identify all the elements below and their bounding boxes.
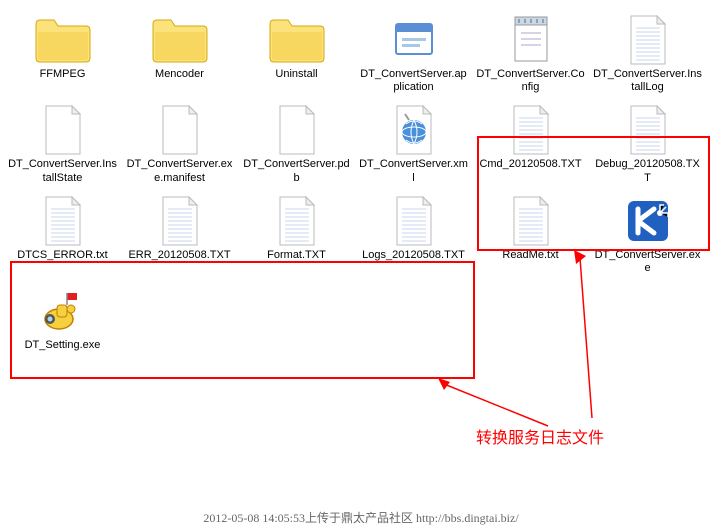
file-item[interactable]: DT_ConvertServer.xml xyxy=(355,98,472,188)
blank-icon xyxy=(148,104,212,156)
file-item[interactable]: Mencoder xyxy=(121,8,238,98)
file-item[interactable]: DT_ConvertServer.Config xyxy=(472,8,589,98)
file-item[interactable]: Format.TXT xyxy=(238,189,355,279)
file-item[interactable]: Logs_20120508.TXT xyxy=(355,189,472,279)
file-label: DT_ConvertServer.xml xyxy=(359,158,468,184)
file-label: ERR_20120508.TXT xyxy=(128,249,230,262)
text-icon xyxy=(31,195,95,247)
setting-icon xyxy=(31,285,95,337)
file-item[interactable]: DT_ConvertServer.application xyxy=(355,8,472,98)
file-item[interactable]: DTCS_ERROR.txt xyxy=(4,189,121,279)
text-icon xyxy=(265,195,329,247)
file-label: DT_ConvertServer.InstallLog xyxy=(593,68,702,94)
file-grid: FFMPEG Mencoder Uninstall DT_ConvertServer.… xyxy=(0,0,722,356)
file-label: Uninstall xyxy=(275,68,317,81)
kexe-icon xyxy=(616,195,680,247)
file-item[interactable]: Uninstall xyxy=(238,8,355,98)
file-label: DT_ConvertServer.exe.manifest xyxy=(125,158,234,184)
file-item[interactable]: DT_Setting.exe xyxy=(4,279,121,356)
text-icon xyxy=(499,195,563,247)
file-label: DT_ConvertServer.application xyxy=(359,68,468,94)
folder-icon xyxy=(148,14,212,66)
folder-icon xyxy=(31,14,95,66)
notepad-icon xyxy=(499,14,563,66)
text-icon xyxy=(616,14,680,66)
file-label: Cmd_20120508.TXT xyxy=(479,158,581,171)
file-label: ReadMe.txt xyxy=(502,249,558,262)
text-icon xyxy=(382,195,446,247)
file-label: DT_ConvertServer.pdb xyxy=(242,158,351,184)
blank-icon xyxy=(265,104,329,156)
file-label: DTCS_ERROR.txt xyxy=(17,249,107,262)
text-icon xyxy=(148,195,212,247)
blank-icon xyxy=(31,104,95,156)
text-icon xyxy=(499,104,563,156)
file-item[interactable]: FFMPEG xyxy=(4,8,121,98)
file-item[interactable]: ERR_20120508.TXT xyxy=(121,189,238,279)
file-label: FFMPEG xyxy=(40,68,86,81)
annotation-arrow-2 xyxy=(572,250,612,420)
file-item[interactable]: DT_ConvertServer.pdb xyxy=(238,98,355,188)
file-label: Debug_20120508.TXT xyxy=(593,158,702,184)
file-label: DT_Setting.exe xyxy=(25,339,101,352)
file-label: DT_ConvertServer.Config xyxy=(476,68,585,94)
file-label: Logs_20120508.TXT xyxy=(362,249,465,262)
file-item[interactable]: DT_ConvertServer.exe.manifest xyxy=(121,98,238,188)
folder-icon xyxy=(265,14,329,66)
file-label: Format.TXT xyxy=(267,249,326,262)
file-label: Mencoder xyxy=(155,68,204,81)
text-icon xyxy=(616,104,680,156)
xml-icon xyxy=(382,104,446,156)
footer-text: 2012-05-08 14:05:53上传于鼎太产品社区 http://bbs.… xyxy=(0,509,722,526)
file-item[interactable]: Debug_20120508.TXT xyxy=(589,98,706,188)
file-item[interactable]: DT_ConvertServer.InstallLog xyxy=(589,8,706,98)
file-item[interactable]: DT_ConvertServer.InstallState xyxy=(4,98,121,188)
annotation-arrow-1 xyxy=(438,378,558,428)
annotation-text: 转换服务日志文件 xyxy=(476,424,604,448)
file-label: DT_ConvertServer.InstallState xyxy=(8,158,117,184)
app-icon xyxy=(382,14,446,66)
file-item[interactable]: Cmd_20120508.TXT xyxy=(472,98,589,188)
